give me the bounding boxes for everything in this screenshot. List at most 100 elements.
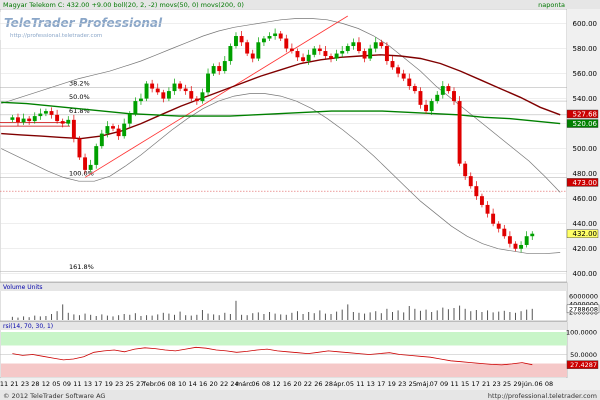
volume-bar — [274, 313, 276, 320]
watermark-url: http://professional.teletrader.com — [10, 33, 102, 39]
price-tick-label: 480.00 — [573, 170, 598, 178]
volume-bar — [520, 311, 522, 320]
candle-body — [491, 213, 496, 224]
volume-bar — [436, 310, 438, 320]
candle-body — [32, 116, 37, 122]
volume-bar — [291, 312, 293, 320]
x-axis-label: 11 — [451, 380, 459, 388]
candle-body — [273, 33, 278, 37]
candle-body — [524, 236, 529, 245]
x-axis-label: 15 — [461, 380, 469, 388]
value-tag-label: 473.00 — [573, 179, 598, 187]
candle-body — [289, 48, 294, 52]
volume-tick-label: 6000000 — [569, 293, 598, 301]
fib-label: 50.0% — [69, 93, 90, 101]
volume-bar — [285, 314, 287, 320]
volume-bar — [324, 313, 326, 320]
volume-bar — [23, 316, 25, 320]
candle-body — [183, 88, 188, 92]
footer-url: http://professional.teletrader.com — [488, 392, 597, 400]
candle-body — [446, 86, 451, 92]
candle-body — [463, 163, 468, 177]
candle-body — [222, 61, 227, 72]
x-axis-label: 25 — [126, 380, 134, 388]
x-axis-label: 09 — [63, 380, 71, 388]
period-label: naponta — [538, 1, 565, 9]
volume-bar — [358, 312, 360, 320]
volume-bar — [509, 312, 511, 320]
candle-body — [172, 83, 177, 92]
volume-bar — [196, 314, 198, 320]
volume-bar — [425, 309, 427, 320]
volume-bar — [95, 316, 97, 320]
x-axis-label: 19 — [105, 380, 113, 388]
volume-bar — [207, 313, 209, 320]
candle-body — [334, 53, 339, 59]
volume-bar — [447, 309, 449, 320]
value-tag-label: 527.68 — [573, 110, 598, 118]
candle-body — [418, 91, 423, 105]
volume-bar — [414, 308, 416, 320]
candle-body — [49, 111, 54, 115]
x-axis-label: 14 — [189, 380, 197, 388]
price-tick-label: 600.00 — [573, 20, 598, 28]
x-axis-label: 21 — [482, 380, 490, 388]
volume-bar — [90, 314, 92, 320]
volume-bar — [39, 316, 41, 320]
x-axis-label: 11 — [73, 380, 81, 388]
volume-bar — [84, 313, 86, 320]
candle-body — [16, 117, 20, 123]
x-axis-label: 23 — [115, 380, 123, 388]
x-axis-label: 19 — [388, 380, 396, 388]
volume-bar — [106, 315, 108, 320]
candle-body — [256, 42, 261, 59]
price-tick-label: 580.00 — [573, 45, 598, 53]
volume-bar — [246, 315, 248, 320]
x-axis-label: 11 — [356, 380, 364, 388]
candle-body — [161, 92, 166, 99]
volume-bar — [168, 313, 170, 320]
candle-body — [55, 114, 60, 122]
candle-body — [390, 61, 395, 68]
x-axis-label: 20 — [209, 380, 217, 388]
volume-bar — [487, 310, 489, 320]
x-axis-label: máj. — [416, 380, 430, 388]
volume-bar — [514, 312, 516, 320]
candle-body — [485, 204, 490, 214]
volume-bar — [392, 312, 394, 320]
volume-bar — [481, 312, 483, 320]
volume-bar — [419, 310, 421, 320]
candle-body — [345, 46, 350, 52]
volume-bar — [62, 304, 64, 320]
candle-body — [71, 119, 76, 139]
price-tick-label: 500.00 — [573, 145, 598, 153]
volume-bar — [364, 313, 366, 320]
value-tag-label: 520.06 — [573, 120, 598, 128]
candle-body — [60, 121, 65, 124]
price-tick-label: 400.00 — [573, 270, 598, 278]
volume-bar — [386, 308, 388, 320]
volume-bar — [45, 316, 47, 320]
x-axis-label: 11 — [0, 380, 8, 388]
volume-bar — [257, 312, 259, 320]
x-axis-label: 23 — [492, 380, 500, 388]
volume-bar — [146, 315, 148, 320]
x-axis-label: 06 — [534, 380, 542, 388]
x-axis-label: 17 — [94, 380, 102, 388]
volume-bar — [308, 312, 310, 320]
candle-body — [88, 164, 93, 170]
candle-body — [295, 51, 300, 58]
x-axis-label: 07 — [430, 380, 438, 388]
candle-body — [178, 83, 183, 89]
candle-body — [245, 42, 250, 54]
volume-bar — [269, 312, 271, 320]
candle-body — [155, 88, 160, 93]
volume-bar — [464, 308, 466, 320]
volume-bar — [229, 314, 231, 320]
x-axis-label: 23 — [398, 380, 406, 388]
candle-body — [94, 146, 99, 165]
x-axis-label: 05 — [52, 380, 60, 388]
candle-body — [479, 196, 484, 205]
volume-bar — [218, 315, 220, 320]
candle-body — [138, 98, 143, 102]
